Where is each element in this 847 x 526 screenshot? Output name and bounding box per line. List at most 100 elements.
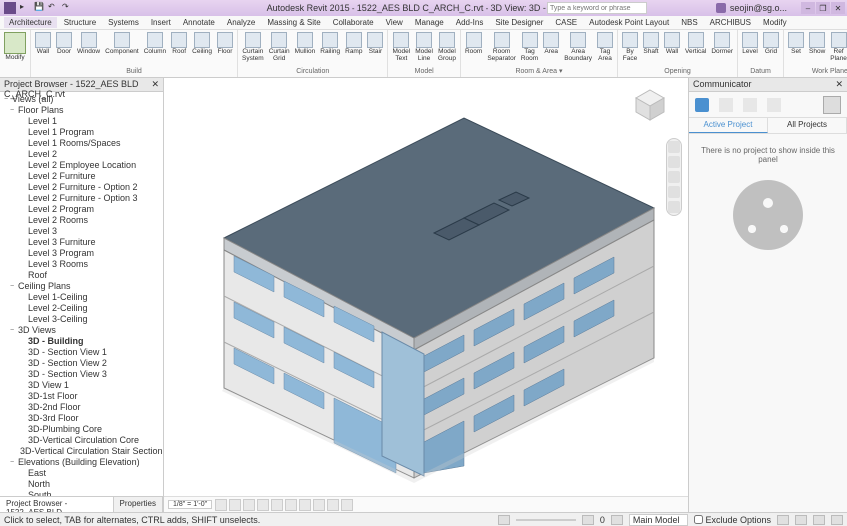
ribbon-tab-structure[interactable]: Structure: [59, 17, 101, 28]
tree-node[interactable]: −3D Views: [2, 325, 161, 336]
tag-button[interactable]: Tag Area: [596, 31, 614, 63]
tree-node[interactable]: −Views (all): [2, 94, 161, 105]
expand-icon[interactable]: −: [10, 457, 18, 468]
crop-view-icon[interactable]: [285, 499, 297, 511]
panel-tab[interactable]: Project Browser - 1522_AES BLD C_ARCH_C.…: [0, 497, 114, 512]
project-browser-tree[interactable]: −Views (all)−Floor PlansLevel 1Level 1 P…: [0, 92, 163, 496]
tree-node[interactable]: −Floor Plans: [2, 105, 161, 116]
modify-button[interactable]: Modify: [3, 31, 27, 63]
tree-node[interactable]: Level 2 Employee Location: [2, 160, 161, 171]
ribbon-tab-annotate[interactable]: Annotate: [178, 17, 220, 28]
mullion-button[interactable]: Mullion: [294, 31, 317, 57]
panel-tab[interactable]: Properties: [114, 497, 163, 512]
ribbon-tab-view[interactable]: View: [381, 17, 408, 28]
tree-node[interactable]: 3D-1st Floor: [2, 391, 161, 402]
wall-button[interactable]: Wall: [34, 31, 52, 57]
crop-region-icon[interactable]: [299, 499, 311, 511]
floor-button[interactable]: Floor: [216, 31, 234, 57]
ref-button[interactable]: Ref Plane: [829, 31, 847, 63]
tree-node[interactable]: 3D-3rd Floor: [2, 413, 161, 424]
tree-node[interactable]: Level 3: [2, 226, 161, 237]
tree-node[interactable]: East: [2, 468, 161, 479]
people-icon[interactable]: [719, 98, 733, 112]
grid-button[interactable]: Grid: [762, 31, 780, 57]
qat-save-icon[interactable]: 💾: [34, 2, 44, 12]
maximize-button[interactable]: ❐: [816, 2, 830, 14]
ribbon-tab-nbs[interactable]: NBS: [676, 17, 702, 28]
stair-button[interactable]: Stair: [366, 31, 384, 57]
sun-path-icon[interactable]: [243, 499, 255, 511]
temp-hide-icon[interactable]: [327, 499, 339, 511]
worksets-dropdown[interactable]: [516, 519, 576, 521]
window-button[interactable]: Window: [76, 31, 101, 57]
list-icon[interactable]: [767, 98, 781, 112]
filter-icon[interactable]: [611, 515, 623, 525]
expand-icon[interactable]: −: [4, 94, 12, 105]
ribbon-tab-architecture[interactable]: Architecture: [4, 17, 57, 28]
ribbon-tab-case[interactable]: CASE: [550, 17, 582, 28]
model-button[interactable]: Model Line: [414, 31, 434, 63]
close-icon[interactable]: ✕: [151, 79, 159, 90]
tree-node[interactable]: 3D - Section View 3: [2, 369, 161, 380]
status-icon[interactable]: [813, 515, 825, 525]
visual-style-icon[interactable]: [229, 499, 241, 511]
tree-node[interactable]: Level 2 Furniture: [2, 171, 161, 182]
tree-node[interactable]: Level 1 Rooms/Spaces: [2, 138, 161, 149]
nav-look-icon[interactable]: [668, 201, 680, 213]
qat-open-icon[interactable]: ▸: [20, 2, 30, 12]
tree-node[interactable]: 3D View 1: [2, 380, 161, 391]
model-button[interactable]: Model Group: [437, 31, 457, 63]
expand-icon[interactable]: −: [10, 325, 18, 336]
tree-node[interactable]: −Ceiling Plans: [2, 281, 161, 292]
ribbon-tab-autodesk-point-layout[interactable]: Autodesk Point Layout: [584, 17, 674, 28]
qat-undo-icon[interactable]: ↶: [48, 2, 58, 12]
tree-node[interactable]: Level 3-Ceiling: [2, 314, 161, 325]
tree-node[interactable]: Level 2 Furniture - Option 2: [2, 182, 161, 193]
ribbon-tab-archibus[interactable]: ARCHIBUS: [705, 17, 756, 28]
nav-zoom-icon[interactable]: [668, 171, 680, 183]
show-button[interactable]: Show: [808, 31, 826, 57]
tree-node[interactable]: 3D-2nd Floor: [2, 402, 161, 413]
curtain-button[interactable]: Curtain Grid: [268, 31, 291, 63]
column-button[interactable]: Column: [143, 31, 167, 57]
dormer-button[interactable]: Dormer: [710, 31, 734, 57]
ribbon-tab-modify[interactable]: Modify: [758, 17, 792, 28]
view-scale[interactable]: 1/8" = 1'-0": [168, 500, 212, 509]
ribbon-tab-systems[interactable]: Systems: [103, 17, 144, 28]
vertical-button[interactable]: Vertical: [684, 31, 707, 57]
tree-node[interactable]: North: [2, 479, 161, 490]
roof-button[interactable]: Roof: [170, 31, 188, 57]
qat-redo-icon[interactable]: ↷: [62, 2, 72, 12]
area-button[interactable]: Area Boundary: [563, 31, 593, 63]
ceiling-button[interactable]: Ceiling: [191, 31, 213, 57]
railing-button[interactable]: Railing: [319, 31, 341, 57]
nav-wheel-icon[interactable]: [668, 141, 680, 153]
tree-node[interactable]: Level 1 Program: [2, 127, 161, 138]
tree-node[interactable]: Level 2 Rooms: [2, 215, 161, 226]
shaft-button[interactable]: Shaft: [642, 31, 660, 57]
area-button[interactable]: Area: [542, 31, 560, 57]
by-button[interactable]: By Face: [621, 31, 639, 63]
ribbon-tab-collaborate[interactable]: Collaborate: [328, 17, 379, 28]
component-button[interactable]: Component: [104, 31, 140, 57]
reveal-hidden-icon[interactable]: [341, 499, 353, 511]
status-icon[interactable]: [795, 515, 807, 525]
tree-node[interactable]: Level 3 Program: [2, 248, 161, 259]
set-button[interactable]: Set: [787, 31, 805, 57]
status-icon[interactable]: [777, 515, 789, 525]
tree-node[interactable]: Level 2 Program: [2, 204, 161, 215]
curtain-button[interactable]: Curtain System: [241, 31, 265, 63]
expand-icon[interactable]: −: [10, 105, 18, 116]
design-options-dropdown[interactable]: Main Model: [629, 514, 689, 526]
tree-node[interactable]: Roof: [2, 270, 161, 281]
communicator-tab[interactable]: Active Project: [689, 118, 768, 133]
tree-node[interactable]: 3D-Plumbing Core: [2, 424, 161, 435]
tree-node[interactable]: 3D-Vertical Circulation Stair Section: [2, 446, 161, 457]
tree-node[interactable]: −Elevations (Building Elevation): [2, 457, 161, 468]
ribbon-tab-analyze[interactable]: Analyze: [222, 17, 260, 28]
user-menu[interactable]: seojin@sg.o...: [716, 3, 787, 13]
communicator-tab[interactable]: All Projects: [768, 118, 847, 133]
expand-icon[interactable]: −: [10, 281, 18, 292]
ribbon-tab-site-designer[interactable]: Site Designer: [490, 17, 548, 28]
shadows-icon[interactable]: [257, 499, 269, 511]
